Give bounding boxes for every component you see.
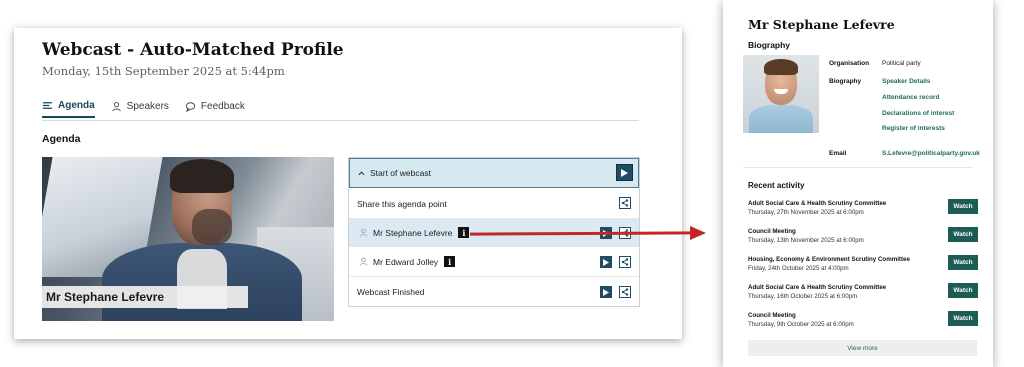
play-button[interactable] <box>600 256 612 268</box>
activity-title: Council Meeting <box>748 312 796 319</box>
photo-shirt <box>749 105 813 133</box>
agenda-item-start[interactable]: Start of webcast <box>349 158 639 188</box>
section-divider <box>743 167 973 168</box>
share-agenda-label: Share this agenda point <box>357 198 447 209</box>
activity-title: Council Meeting <box>748 228 796 235</box>
play-button[interactable] <box>600 286 612 298</box>
speaker-name: Mr Stephane Lefevre <box>373 227 453 238</box>
activity-date: Thursday, 27th November 2025 at 6:00pm <box>748 209 864 216</box>
activity-title: Adult Social Care & Health Scrutiny Comm… <box>748 284 887 291</box>
agenda-item-speaker[interactable]: Mr Edward Jolley i <box>349 247 639 277</box>
chat-icon <box>185 102 196 112</box>
photo-hair <box>764 59 798 75</box>
chevron-up-icon <box>358 170 365 175</box>
share-icon <box>621 199 629 207</box>
watch-button[interactable]: Watch <box>948 311 978 326</box>
agenda-item-finished[interactable]: Webcast Finished <box>349 277 639 307</box>
activity-date: Thursday, 13th November 2025 at 6:00pm <box>748 237 864 244</box>
share-button[interactable] <box>619 256 631 268</box>
video-speaker-caption: Mr Stephane Lefevre <box>42 286 248 308</box>
activity-date: Friday, 24th October 2025 at 4:00pm <box>748 265 849 272</box>
tab-feedback-label: Feedback <box>200 101 245 112</box>
tab-divider <box>42 120 639 121</box>
organisation-label: Organisation <box>829 60 870 67</box>
share-icon <box>621 288 629 296</box>
activity-title: Adult Social Care & Health Scrutiny Comm… <box>748 200 887 207</box>
biography-heading: Biography <box>748 40 791 50</box>
register-interests-link[interactable]: Register of interests <box>882 125 945 132</box>
organisation-value: Political party <box>882 60 921 67</box>
view-more-button[interactable]: View more <box>748 340 977 356</box>
person-icon <box>112 102 121 112</box>
share-button[interactable] <box>619 286 631 298</box>
video-speaker-beard <box>192 209 232 245</box>
activity-date: Thursday, 16th October 2025 at 6:00pm <box>748 293 858 300</box>
annotation-arrow-head <box>690 226 706 240</box>
email-link[interactable]: S.Lefevre@politicalparty.gov.uk <box>882 150 980 157</box>
speaker-name: Mr Edward Jolley <box>373 256 439 267</box>
tab-speakers[interactable]: Speakers <box>111 100 169 118</box>
page-title: Webcast - Auto-Matched Profile <box>42 40 344 60</box>
person-icon <box>359 257 368 266</box>
watch-button[interactable]: Watch <box>948 255 978 270</box>
watch-button[interactable]: Watch <box>948 199 978 214</box>
share-icon <box>621 258 629 266</box>
watch-button[interactable]: Watch <box>948 283 978 298</box>
speaker-details-link[interactable]: Speaker Details <box>882 78 930 85</box>
play-icon <box>621 168 628 177</box>
tab-agenda[interactable]: Agenda <box>42 100 95 118</box>
video-speaker-hair <box>170 159 234 193</box>
info-icon[interactable]: i <box>458 227 470 238</box>
agenda-finished-label: Webcast Finished <box>357 287 425 297</box>
agenda-start-wrap: Start of webcast <box>358 168 431 178</box>
recent-activity-heading: Recent activity <box>748 181 805 190</box>
profile-name: Mr Stephane Lefevre <box>748 17 895 32</box>
list-icon <box>42 102 53 109</box>
play-icon <box>603 258 609 266</box>
play-button-start[interactable] <box>616 164 633 181</box>
agenda-share-row: Share this agenda point <box>349 189 639 219</box>
biography-label: Biography <box>829 78 862 85</box>
webcast-date: Monday, 15th September 2025 at 5:44pm <box>42 64 285 78</box>
attendance-record-link[interactable]: Attendance record <box>882 94 939 101</box>
email-label: Email <box>829 150 847 157</box>
declarations-link[interactable]: Declarations of interest <box>882 110 954 117</box>
profile-photo <box>743 55 819 133</box>
agenda-item-start-label: Start of webcast <box>370 168 431 178</box>
play-icon <box>603 288 609 296</box>
agenda-heading: Agenda <box>42 133 81 145</box>
activity-title: Housing, Economy & Environment Scrutiny … <box>748 256 910 263</box>
webcast-panel: Webcast - Auto-Matched Profile Monday, 1… <box>14 28 682 339</box>
tab-speakers-label: Speakers <box>126 101 169 112</box>
video-player[interactable]: Mr Stephane Lefevre <box>42 157 334 321</box>
share-button[interactable] <box>619 197 631 209</box>
tab-agenda-label: Agenda <box>58 100 95 111</box>
speaker-profile-panel: Mr Stephane Lefevre Biography Organisati… <box>723 0 993 367</box>
tab-bar: Agenda Speakers Feedback <box>42 100 245 118</box>
tab-feedback[interactable]: Feedback <box>185 100 245 118</box>
watch-button[interactable]: Watch <box>948 227 978 242</box>
activity-date: Thursday, 9th October 2025 at 6:00pm <box>748 321 854 328</box>
info-icon[interactable]: i <box>444 256 456 267</box>
person-icon <box>359 228 368 237</box>
